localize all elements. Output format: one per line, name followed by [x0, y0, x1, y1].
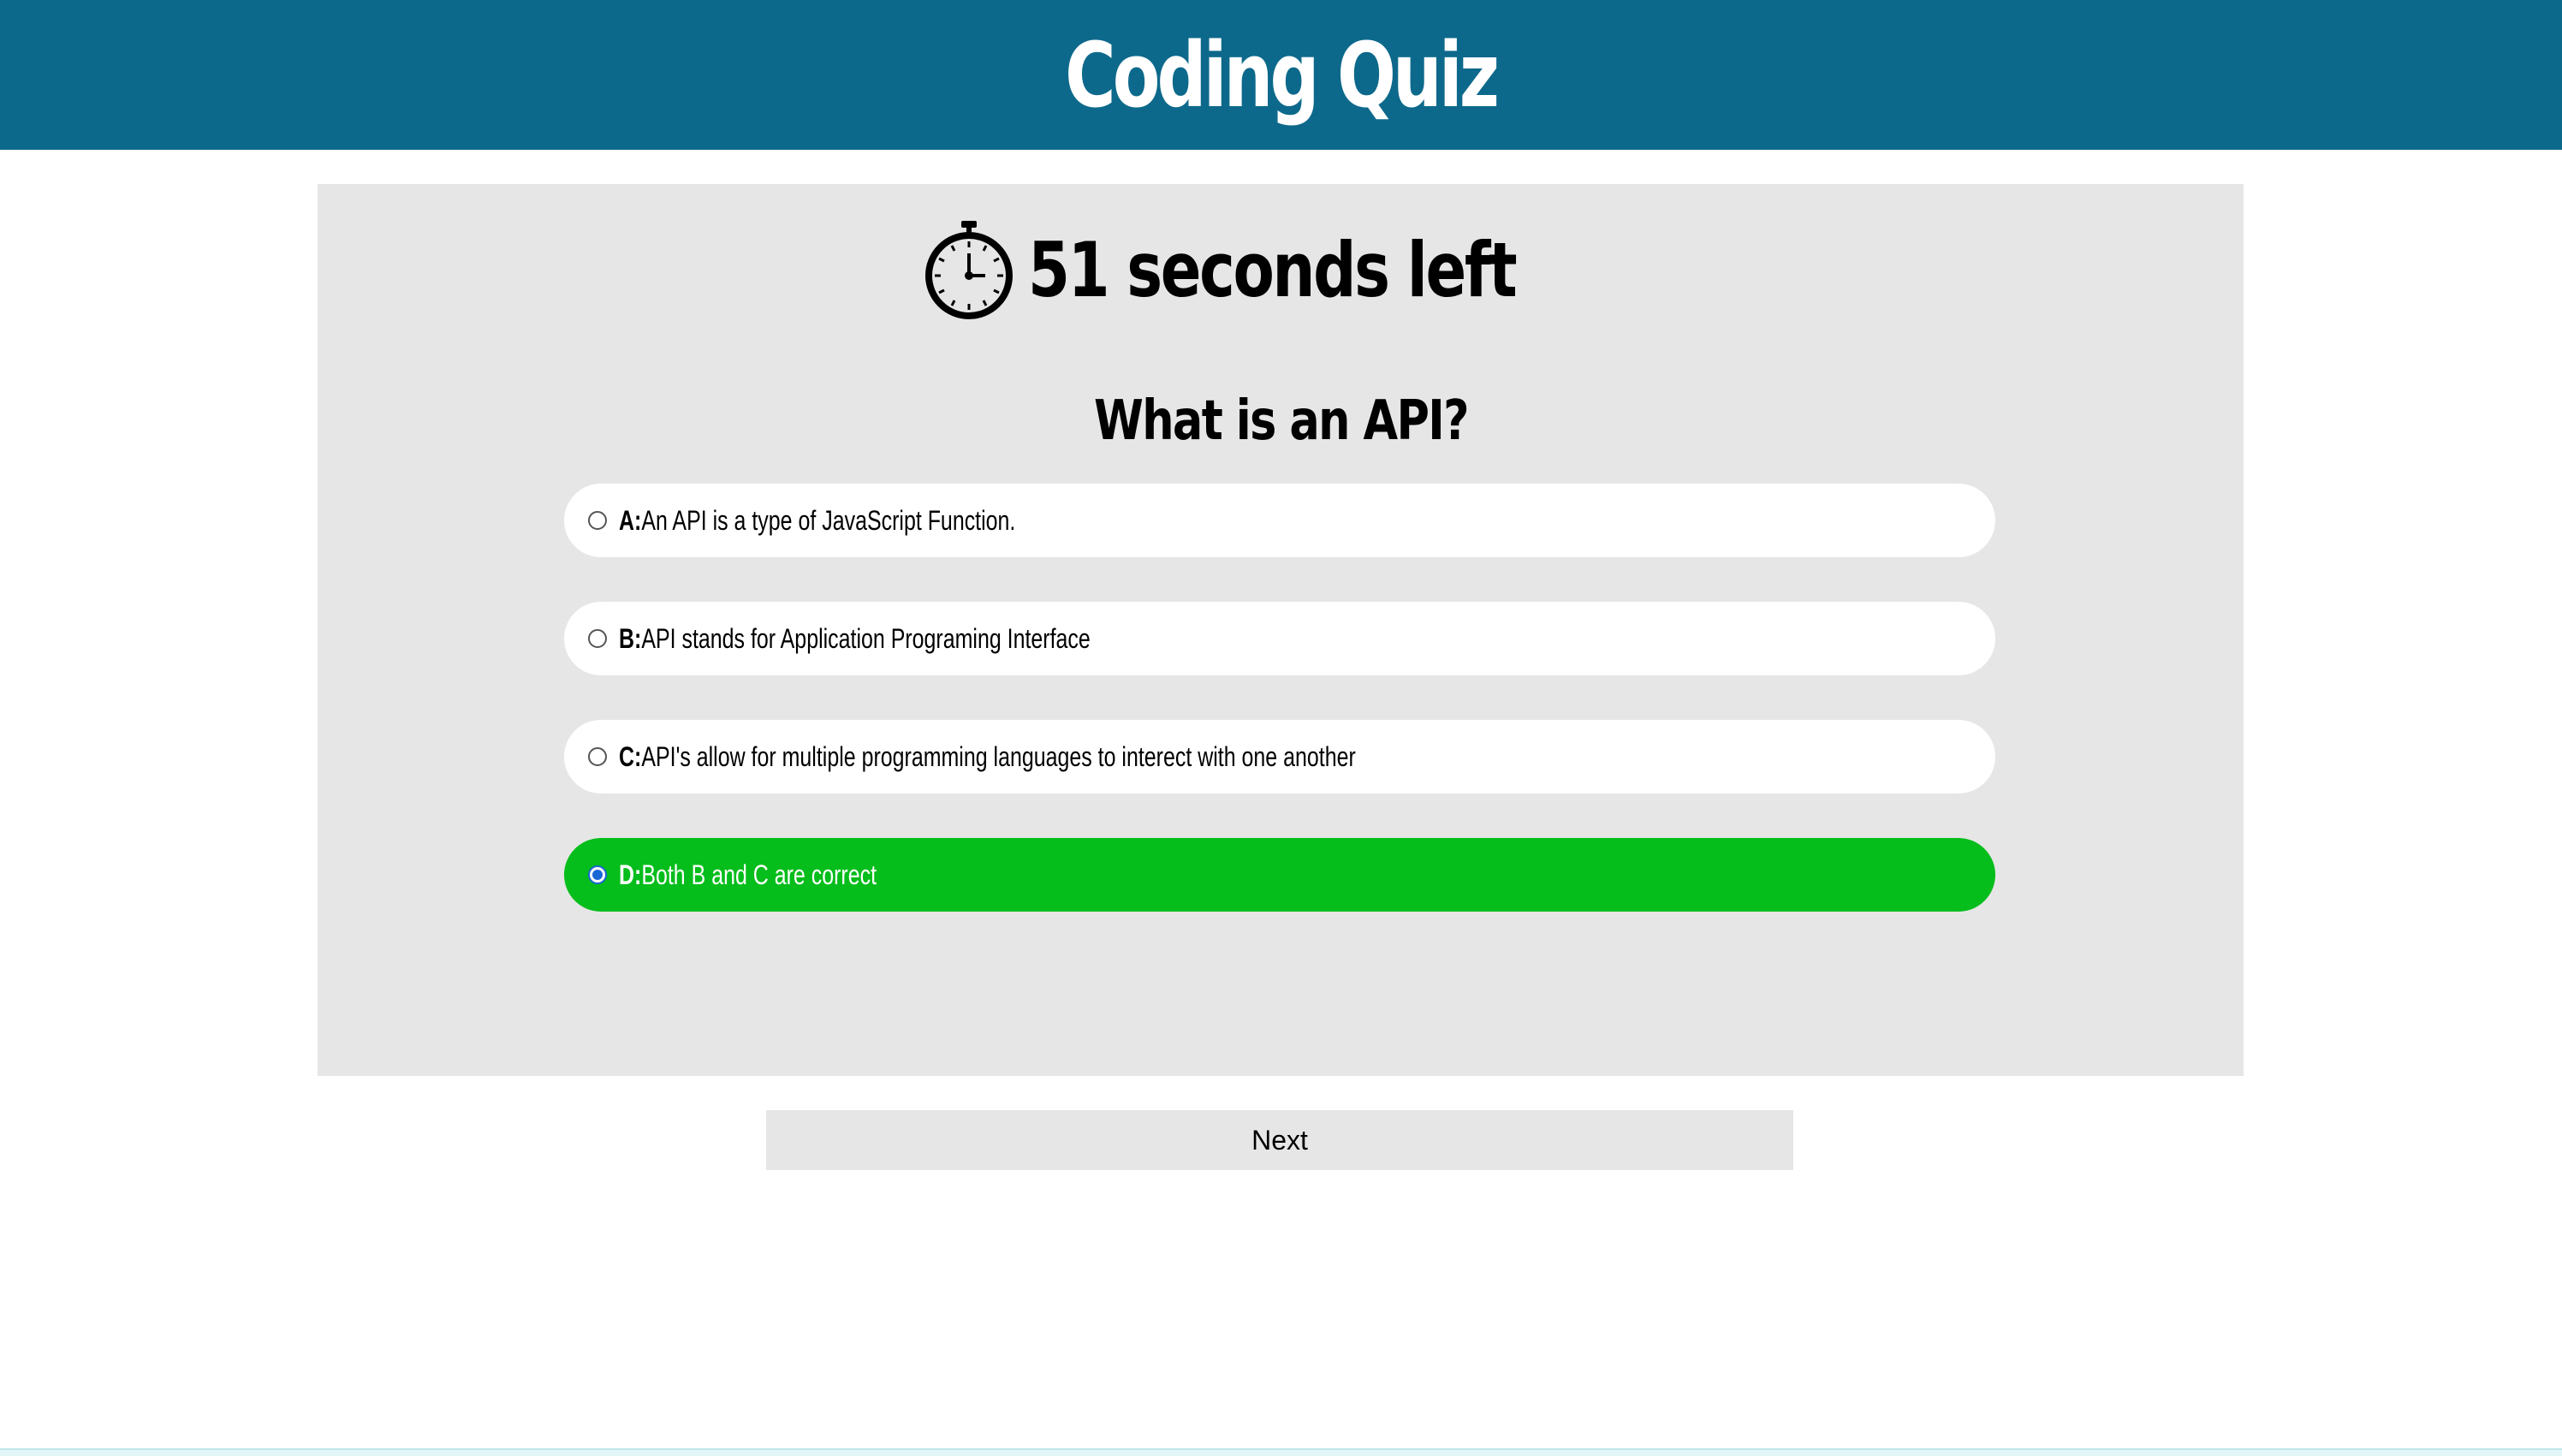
question-text: What is an API?: [1093, 389, 1469, 453]
option-a-radio[interactable]: [588, 511, 607, 530]
option-a-label: A:An API is a type of JavaScript Functio…: [619, 504, 1016, 536]
option-c[interactable]: C:API's allow for multiple programming l…: [564, 720, 1995, 793]
stopwatch-icon: [925, 221, 1014, 319]
app-header: Coding Quiz: [0, 0, 2562, 150]
timer: 51 seconds left: [318, 214, 2244, 325]
question-heading: What is an API?: [318, 389, 2244, 453]
option-d[interactable]: D:Both B and C are correct: [564, 838, 1995, 912]
option-d-radio[interactable]: [588, 865, 607, 884]
page-title: Coding Quiz: [1065, 22, 1500, 128]
option-a[interactable]: A:An API is a type of JavaScript Functio…: [564, 484, 1995, 557]
page-bottom-border: [0, 1448, 2562, 1456]
quiz-panel: 51 seconds left What is an API? A:An API…: [318, 184, 2244, 1076]
option-b[interactable]: B:API stands for Application Programing …: [564, 602, 1995, 675]
next-button[interactable]: Next: [766, 1110, 1793, 1170]
option-d-label: D:Both B and C are correct: [619, 859, 877, 890]
option-c-label: C:API's allow for multiple programming l…: [619, 740, 1356, 772]
option-b-label: B:API stands for Application Programing …: [619, 622, 1091, 654]
option-c-radio[interactable]: [588, 747, 607, 766]
timer-text: 51 seconds left: [1028, 225, 1518, 314]
option-b-radio[interactable]: [588, 629, 607, 648]
